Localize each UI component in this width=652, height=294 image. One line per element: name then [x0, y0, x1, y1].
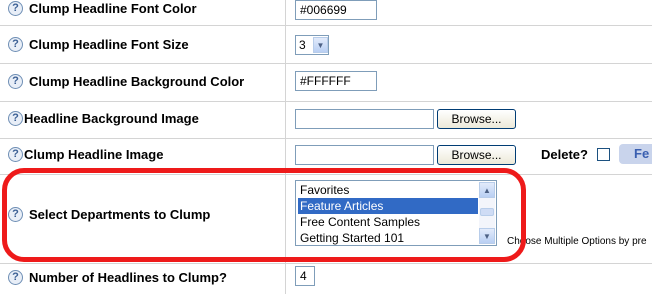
bg-image-browse-button[interactable]: Browse... [437, 109, 516, 129]
bg-color-input[interactable]: #FFFFFF [295, 71, 377, 91]
font-color-input[interactable]: #006699 [295, 0, 377, 20]
bg-image-label: ? Headline Background Image [8, 111, 199, 126]
delete-checkbox[interactable] [597, 148, 610, 161]
help-icon[interactable]: ? [8, 37, 23, 52]
list-item[interactable]: Favorites [298, 182, 478, 198]
headline-image-label: ? Clump Headline Image [8, 147, 163, 162]
bg-color-label: ? Clump Headline Background Color [8, 74, 244, 89]
row-divider [0, 263, 652, 264]
help-icon[interactable]: ? [8, 111, 23, 126]
row-divider [0, 101, 652, 102]
column-divider [285, 0, 286, 294]
bg-image-label-text: Headline Background Image [24, 111, 199, 126]
row-divider [0, 25, 652, 26]
list-item[interactable]: Free Content Samples [298, 214, 478, 230]
listbox-scrollbar[interactable]: ▲ ▼ [479, 182, 495, 244]
help-icon[interactable]: ? [8, 1, 23, 16]
departments-label-text: Select Departments to Clump [29, 207, 211, 222]
headline-count-label: ? Number of Headlines to Clump? [8, 270, 227, 285]
delete-label: Delete? [541, 147, 588, 162]
bg-image-file-input[interactable] [295, 109, 434, 129]
headline-count-input[interactable]: 4 [295, 266, 315, 286]
font-size-label-text: Clump Headline Font Size [29, 37, 189, 52]
departments-label: ? Select Departments to Clump [8, 207, 210, 222]
headline-count-label-text: Number of Headlines to Clump? [29, 270, 227, 285]
row-divider [0, 174, 652, 175]
chevron-down-icon[interactable]: ▼ [313, 37, 328, 53]
row-divider [0, 63, 652, 64]
bg-color-label-text: Clump Headline Background Color [29, 74, 245, 89]
font-size-value: 3 [299, 38, 306, 52]
scroll-up-icon[interactable]: ▲ [479, 182, 495, 198]
font-color-label: ? Clump Headline Font Color [8, 1, 197, 16]
help-icon[interactable]: ? [8, 74, 23, 89]
help-icon[interactable]: ? [8, 270, 23, 285]
feature-tab[interactable]: Fe [619, 144, 652, 164]
font-size-select[interactable]: 3 ▼ [295, 35, 329, 55]
row-divider [0, 138, 652, 139]
departments-listbox[interactable]: Favorites Feature Articles Free Content … [295, 180, 497, 246]
list-item[interactable]: Getting Started 101 [298, 230, 478, 245]
scroll-thumb[interactable] [480, 208, 494, 216]
headline-image-browse-button[interactable]: Browse... [437, 145, 516, 165]
headline-image-label-text: Clump Headline Image [24, 147, 164, 162]
font-size-label: ? Clump Headline Font Size [8, 37, 189, 52]
list-item-selected[interactable]: Feature Articles [298, 198, 478, 214]
help-icon[interactable]: ? [8, 207, 23, 222]
font-color-label-text: Clump Headline Font Color [29, 1, 197, 16]
multi-select-hint: Choose Multiple Options by pre [507, 236, 647, 247]
scroll-down-icon[interactable]: ▼ [479, 228, 495, 244]
headline-image-file-input[interactable] [295, 145, 434, 165]
help-icon[interactable]: ? [8, 147, 23, 162]
